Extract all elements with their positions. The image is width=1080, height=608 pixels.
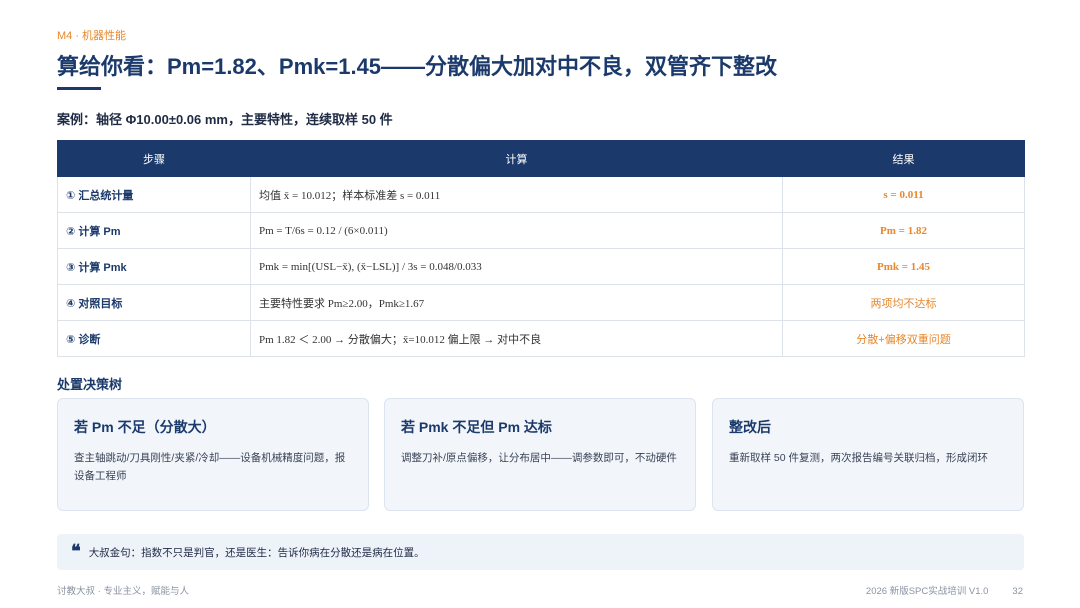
card-body: 重新取样 50 件复测，两次报告编号关联归档，形成闭环 — [729, 452, 989, 464]
calc-cell: 均值 x̄ = 10.012；样本标准差 s = 0.011 — [250, 176, 783, 213]
calc-cell: Pm 1.82 ＜ 2.00 → 分散偏大；x̄=10.012 偏上限 → 对中… — [250, 320, 783, 357]
table-row: ③ 计算 Pmk Pmk = min[(USL−x̄), (x̄−LSL)] /… — [57, 248, 1025, 285]
table-row: ⑤ 诊断 Pm 1.82 ＜ 2.00 → 分散偏大；x̄=10.012 偏上限… — [57, 320, 1025, 357]
card-heading: 若 Pmk 不足但 Pm 达标 — [401, 419, 552, 435]
column-header-result: 结果 — [782, 140, 1025, 177]
footer-meta: 2026 新版SPC实战培训 V1.0 32 — [866, 583, 1023, 597]
decision-card-pmk: 若 Pmk 不足但 Pm 达标 调整刀补/原点偏移，让分布居中——调参数即可，不… — [384, 398, 696, 511]
calc-cell: Pm = T/6s = 0.12 / (6×0.011) — [250, 212, 783, 249]
page-title: 算给你看：Pm=1.82、Pmk=1.45——分散偏大加对中不良，双管齐下整改 — [57, 54, 778, 79]
result-cell: Pmk = 1.45 — [782, 248, 1025, 285]
section-kicker: M4 · 机器性能 — [57, 30, 127, 42]
step-cell: ② 计算 Pm — [57, 212, 251, 249]
card-heading: 若 Pm 不足（分散大） — [74, 419, 216, 435]
quote-icon: ❝ — [71, 541, 81, 562]
page-number: 32 — [1012, 586, 1023, 597]
decision-card-pm: 若 Pm 不足（分散大） 查主轴跳动/刀具刚性/夹紧/冷却——设备机械精度问题，… — [57, 398, 369, 511]
column-header-calc: 计算 — [250, 140, 783, 177]
decision-tree-title: 处置决策树 — [57, 377, 123, 392]
result-cell: Pm = 1.82 — [782, 212, 1025, 249]
table-header-row: 步骤 计算 结果 — [57, 140, 1025, 177]
card-body: 调整刀补/原点偏移，让分布居中——调参数即可，不动硬件 — [401, 452, 677, 464]
column-header-step: 步骤 — [57, 140, 251, 177]
step-cell: ① 汇总统计量 — [57, 176, 251, 213]
table-row: ④ 对照目标 主要特性要求 Pm≥2.00，Pmk≥1.67 两项均不达标 — [57, 284, 1025, 321]
decision-card-after: 整改后 重新取样 50 件复测，两次报告编号关联归档，形成闭环 — [712, 398, 1024, 511]
quote-banner: ❝ 大叔金句：指数不只是判官，还是医生：告诉你病在分散还是病在位置。 — [57, 534, 1024, 570]
card-heading: 整改后 — [729, 419, 771, 435]
table-row: ② 计算 Pm Pm = T/6s = 0.12 / (6×0.011) Pm … — [57, 212, 1025, 249]
result-cell: s = 0.011 — [782, 176, 1025, 213]
title-underline — [57, 87, 101, 90]
calc-cell: 主要特性要求 Pm≥2.00，Pmk≥1.67 — [250, 284, 783, 321]
card-body: 查主轴跳动/刀具刚性/夹紧/冷却——设备机械精度问题，报设备工程师 — [74, 452, 346, 482]
case-subtitle: 案例：轴径 Φ10.00±0.06 mm，主要特性，连续取样 50 件 — [57, 112, 393, 127]
step-cell: ④ 对照目标 — [57, 284, 251, 321]
step-cell: ⑤ 诊断 — [57, 320, 251, 357]
calculation-table: 步骤 计算 结果 ① 汇总统计量 均值 x̄ = 10.012；样本标准差 s … — [57, 140, 1025, 357]
calc-cell: Pmk = min[(USL−x̄), (x̄−LSL)] / 3s = 0.0… — [250, 248, 783, 285]
footer-brand: 讨教大叔 · 专业主义，赋能与人 — [57, 586, 189, 597]
step-cell: ③ 计算 Pmk — [57, 248, 251, 285]
table-row: ① 汇总统计量 均值 x̄ = 10.012；样本标准差 s = 0.011 s… — [57, 176, 1025, 213]
footer-course: 2026 新版SPC实战培训 V1.0 — [865, 586, 989, 597]
result-cell: 两项均不达标 — [782, 284, 1025, 321]
result-cell: 分散+偏移双重问题 — [782, 320, 1025, 357]
quote-text: 大叔金句：指数不只是判官，还是医生：告诉你病在分散还是病在位置。 — [88, 546, 425, 559]
